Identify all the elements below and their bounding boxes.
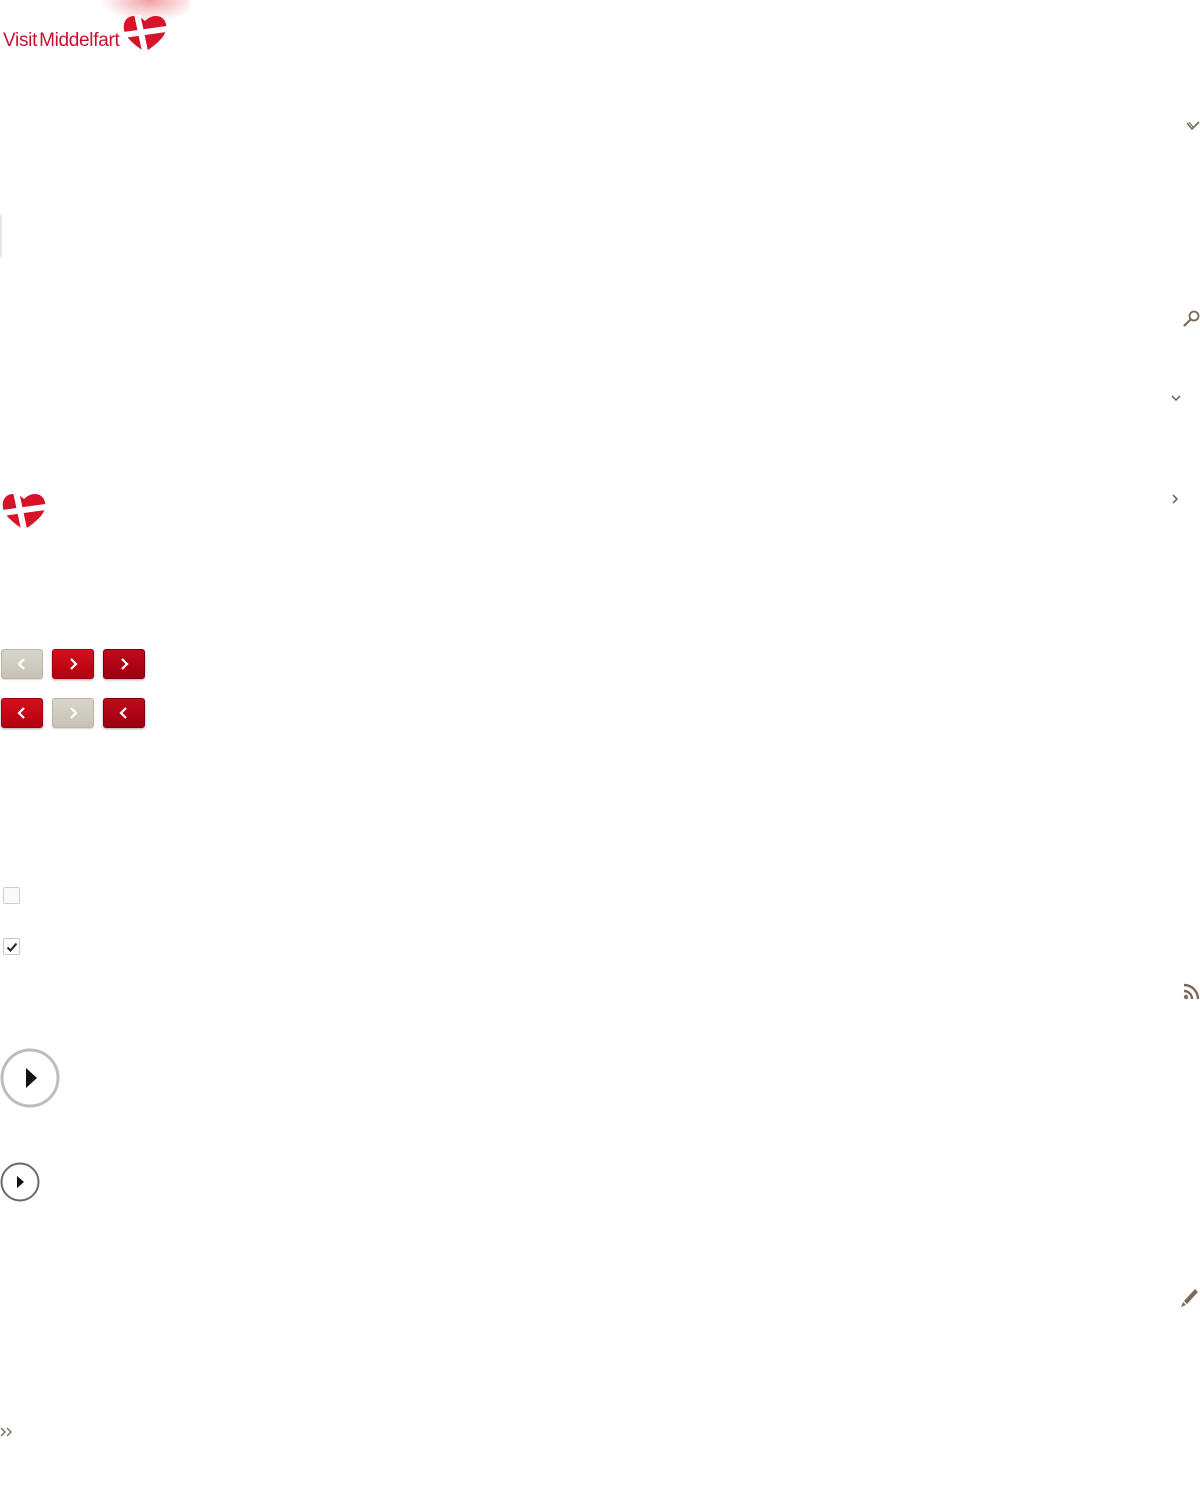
carousel-prev-button-hover[interactable] xyxy=(103,698,145,728)
carousel-next-button[interactable] xyxy=(52,649,94,679)
logo-word-place: Middelfart xyxy=(39,30,120,51)
rss-icon[interactable] xyxy=(1183,983,1200,1000)
search-icon[interactable] xyxy=(1183,310,1200,327)
heart-flag-icon xyxy=(121,14,169,54)
chevron-right-icon xyxy=(70,658,78,670)
chevron-left-icon xyxy=(17,658,25,670)
chevron-down-icon[interactable] xyxy=(1186,120,1200,132)
play-button-large[interactable] xyxy=(0,1048,60,1108)
checkbox-checked[interactable] xyxy=(3,938,20,955)
chevron-left-icon xyxy=(17,707,25,719)
checkbox-unchecked[interactable] xyxy=(3,887,20,904)
site-logo[interactable]: Visit Middelfart xyxy=(0,0,190,60)
caret-right-icon[interactable] xyxy=(1171,494,1179,504)
carousel-prev-button-disabled[interactable] xyxy=(1,649,43,679)
play-button-small[interactable] xyxy=(0,1162,40,1202)
chevron-right-icon xyxy=(121,658,129,670)
edge-divider xyxy=(0,215,2,257)
logo-word-visit: Visit xyxy=(3,30,38,51)
heart-flag-icon xyxy=(0,492,48,532)
chevron-right-icon xyxy=(70,707,78,719)
double-chevron-right-icon[interactable] xyxy=(0,1427,14,1437)
carousel-next-button-hover[interactable] xyxy=(103,649,145,679)
chevron-left-icon xyxy=(119,707,127,719)
logo-wordmark: Visit Middelfart xyxy=(3,30,120,52)
checkmark-icon xyxy=(6,942,18,952)
carousel-prev-button[interactable] xyxy=(1,698,43,728)
pencil-icon[interactable] xyxy=(1180,1286,1200,1308)
carousel-next-button-disabled[interactable] xyxy=(52,698,94,728)
caret-down-icon[interactable] xyxy=(1171,394,1181,402)
